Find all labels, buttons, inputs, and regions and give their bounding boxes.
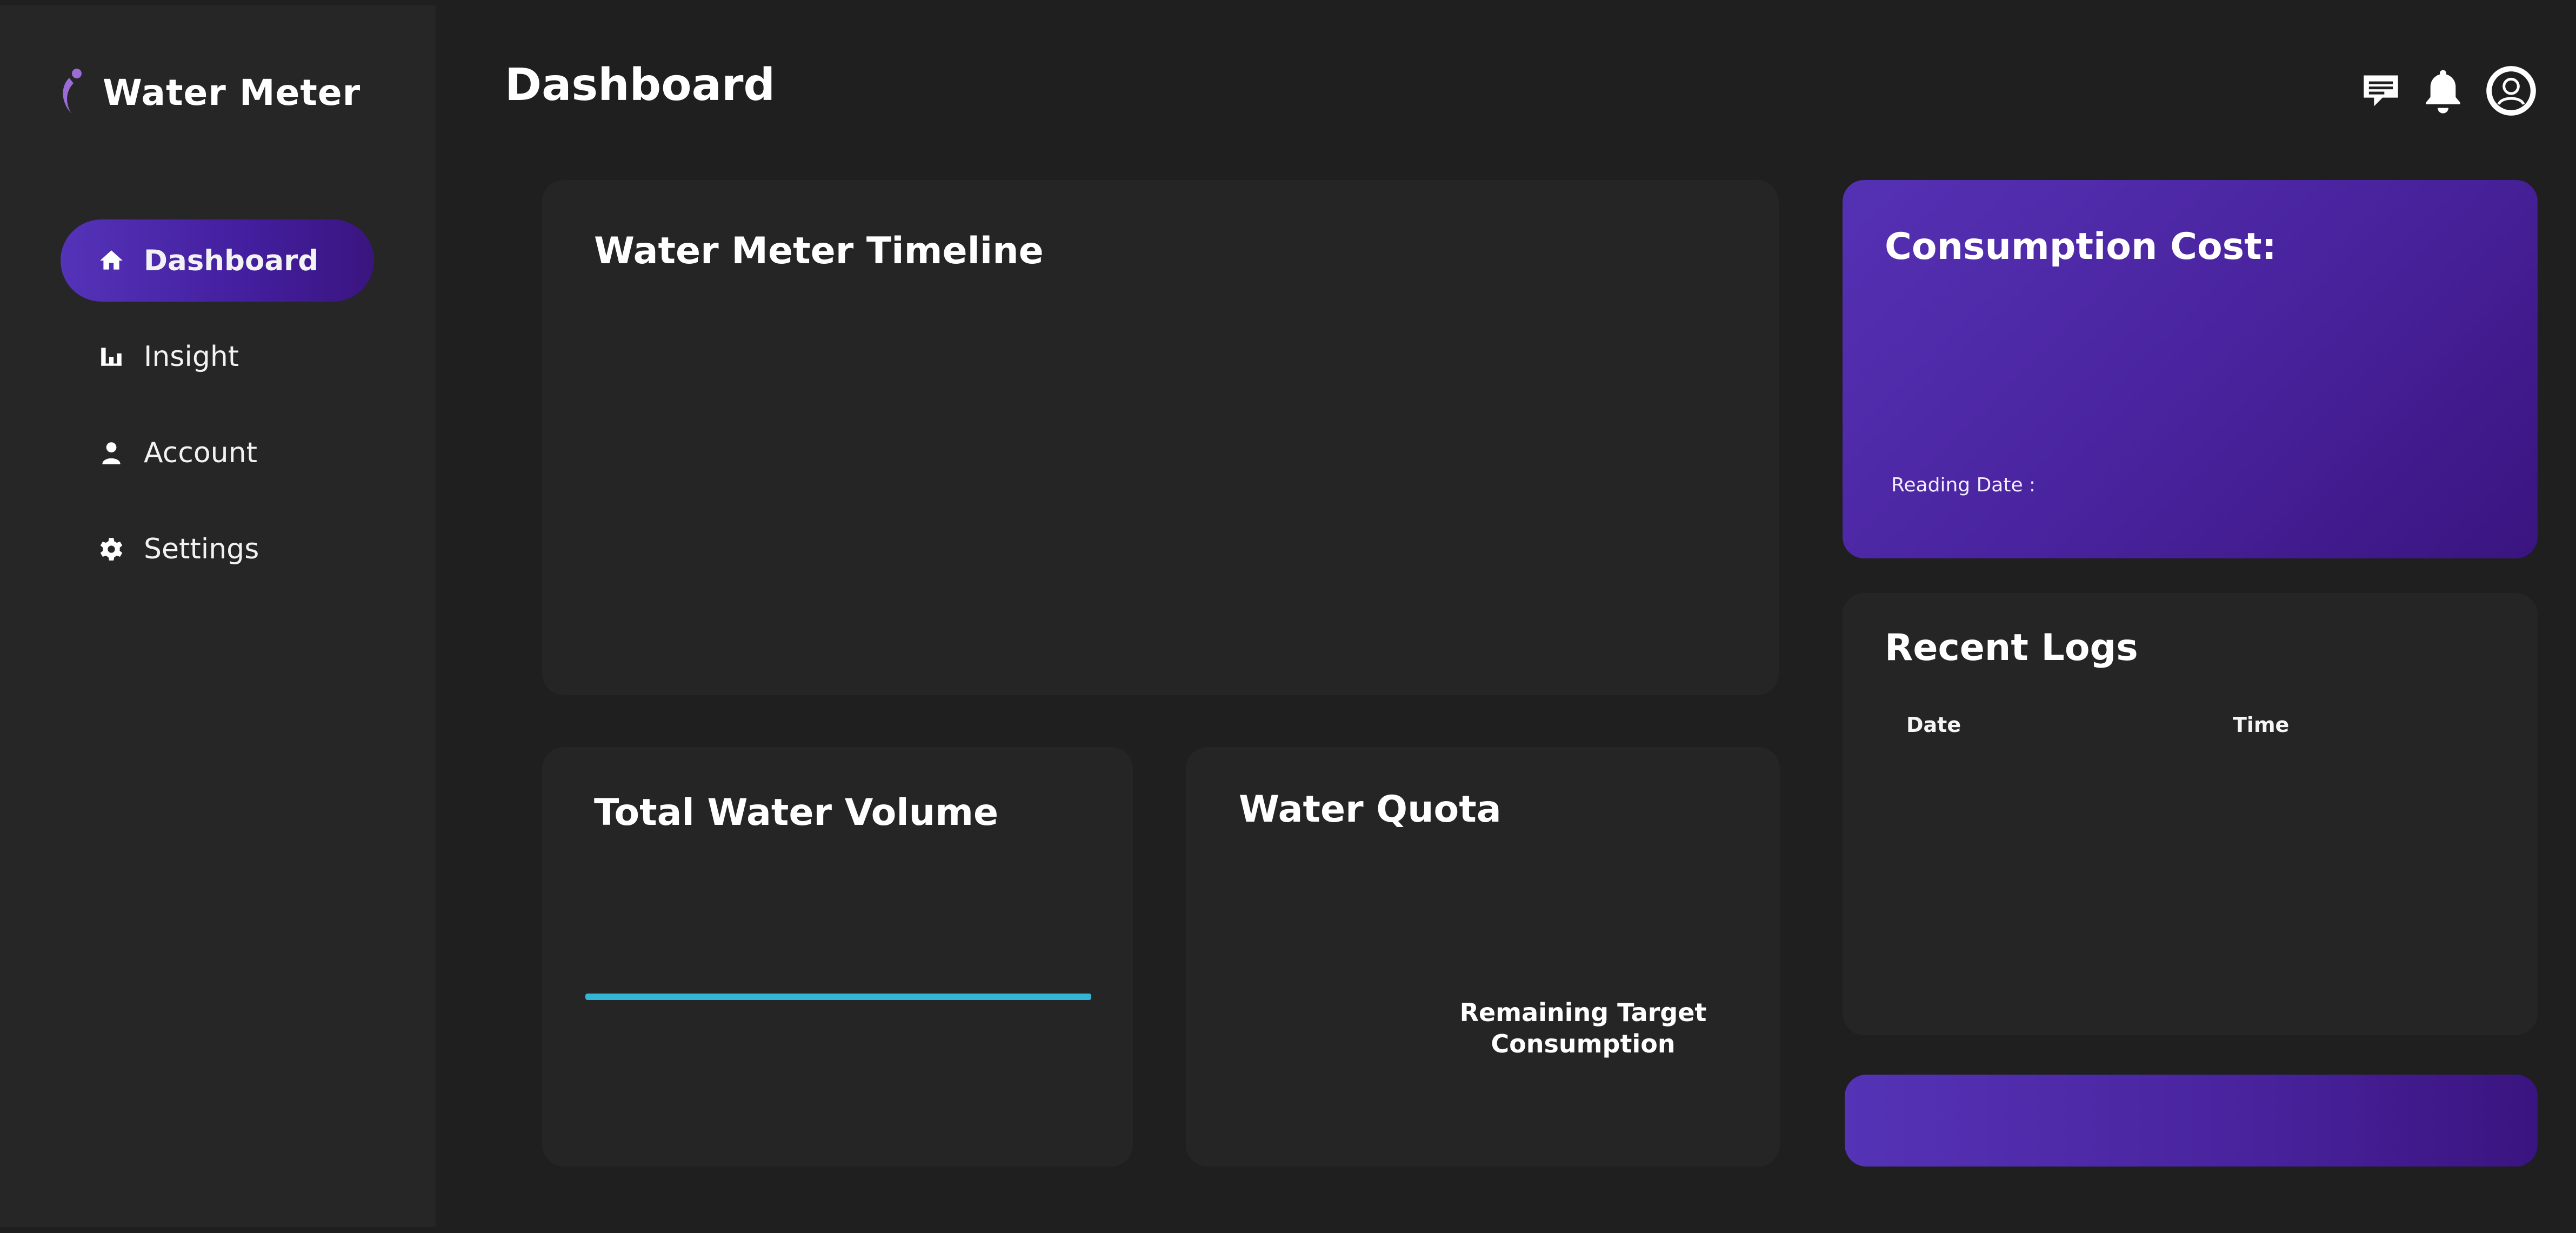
- home-icon: [96, 245, 126, 276]
- sidebar-item-label: Settings: [144, 533, 259, 565]
- sidebar-item-label: Insight: [144, 341, 239, 373]
- app-root: Water Meter Dashboard Insight Account Se…: [0, 0, 2576, 1233]
- water-quota-card: Water Quota Remaining Target Consumption: [1186, 747, 1780, 1167]
- sidebar-nav: Dashboard Insight Account Settings: [61, 219, 374, 604]
- bar-chart-icon: [96, 342, 126, 372]
- gear-icon: [96, 534, 126, 564]
- volume-progress-fill: [585, 994, 1091, 1000]
- water-drop-logo-icon: [63, 69, 82, 114]
- total-water-volume-title: Total Water Volume: [594, 791, 999, 834]
- bell-icon[interactable]: [2421, 66, 2465, 115]
- sidebar-item-insight[interactable]: Insight: [61, 316, 374, 398]
- consumption-cost-card: Consumption Cost: Reading Date :: [1843, 180, 2538, 558]
- profile-icon[interactable]: [2484, 64, 2538, 118]
- timeline-title: Water Meter Timeline: [594, 230, 1044, 272]
- sidebar-item-label: Account: [144, 437, 257, 469]
- table-header-row: Date Time: [1906, 713, 2501, 737]
- timeline-card: Water Meter Timeline: [542, 180, 1779, 695]
- volume-progress-bar: [585, 994, 1091, 1000]
- reading-date-label: Reading Date :: [1891, 474, 2036, 496]
- caption-line-2: Consumption: [1491, 1029, 1676, 1058]
- consumption-cost-title: Consumption Cost:: [1885, 225, 2277, 268]
- message-icon[interactable]: [2360, 70, 2402, 111]
- sidebar-item-dashboard[interactable]: Dashboard: [61, 219, 374, 302]
- recent-logs-card: Recent Logs Date Time: [1843, 593, 2538, 1035]
- sidebar: Water Meter Dashboard Insight Account Se…: [0, 5, 436, 1227]
- brand-name: Water Meter: [103, 71, 361, 114]
- water-quota-title: Water Quota: [1239, 788, 1501, 831]
- sidebar-item-settings[interactable]: Settings: [61, 508, 374, 590]
- user-icon: [96, 438, 126, 468]
- page-title: Dashboard: [505, 59, 776, 111]
- sidebar-item-label: Dashboard: [144, 244, 319, 277]
- recent-logs-table: Date Time: [1906, 713, 2501, 737]
- column-header-time: Time: [2233, 713, 2290, 737]
- brand[interactable]: Water Meter: [59, 68, 361, 117]
- header-actions: [2360, 64, 2538, 118]
- sidebar-item-account[interactable]: Account: [61, 412, 374, 494]
- caption-line-1: Remaining Target: [1459, 998, 1707, 1027]
- remaining-target-caption: Remaining Target Consumption: [1432, 997, 1734, 1059]
- recent-logs-title: Recent Logs: [1885, 627, 2138, 669]
- total-water-volume-card: Total Water Volume: [542, 747, 1133, 1167]
- column-header-date: Date: [1906, 713, 1961, 737]
- bottom-action-bar[interactable]: [1845, 1075, 2538, 1167]
